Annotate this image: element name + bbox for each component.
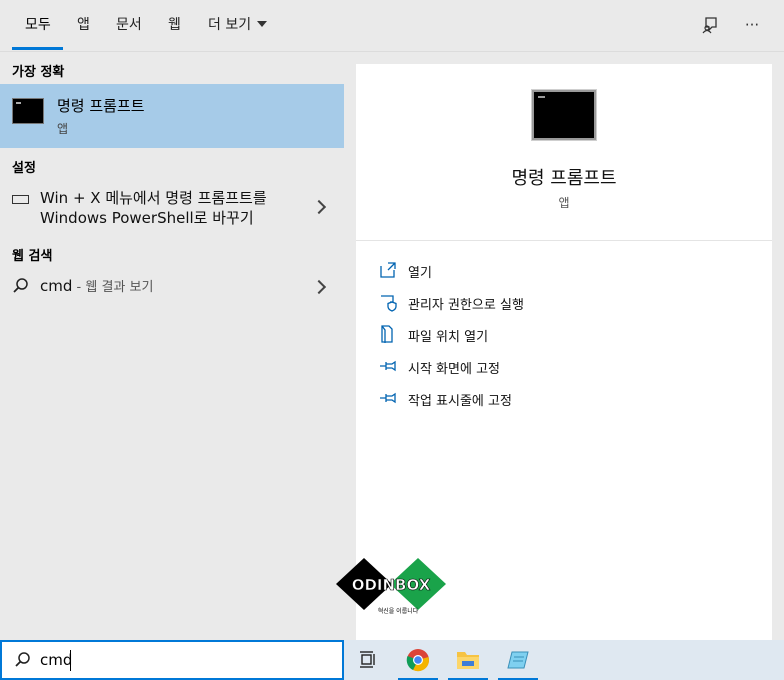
pin-icon	[380, 392, 396, 404]
chevron-right-icon	[311, 199, 327, 215]
preview-divider	[356, 240, 772, 241]
action-pin-to-start[interactable]: 시작 화면에 고정	[378, 356, 758, 380]
settings-heading: 설정	[12, 161, 36, 176]
taskbar-notepad[interactable]	[498, 640, 538, 680]
web-search-heading: 웹 검색	[12, 249, 53, 264]
search-icon	[15, 652, 30, 667]
settings-item-line1: Win + X 메뉴에서 명령 프롬프트를	[40, 189, 267, 207]
web-search-suffix: - 웹 결과 보기	[72, 280, 154, 295]
web-search-text: cmd - 웹 결과 보기	[40, 276, 153, 298]
tab-all[interactable]: 모두	[25, 0, 51, 50]
chevron-right-icon	[311, 279, 327, 295]
odinbox-watermark: ODINBOX 혁신을 이룹니다	[334, 556, 448, 616]
command-prompt-icon	[12, 98, 44, 124]
feedback-icon[interactable]	[699, 14, 721, 36]
preview-panel: 명령 프롬프트 앱 열기 관리자 권한으로 실행 파일 위치 열기 시작 화면에…	[356, 64, 772, 640]
task-view-icon	[360, 651, 375, 668]
svg-text:혁신을 이룹니다: 혁신을 이룹니다	[378, 607, 419, 615]
action-run-as-admin[interactable]: 관리자 권한으로 실행	[378, 292, 758, 316]
action-open[interactable]: 열기	[378, 260, 758, 284]
top-tab-bar: 모두 앱 문서 웹 더 보기 ···	[0, 0, 784, 52]
search-box[interactable]: cmd	[0, 640, 344, 680]
best-match-subtitle: 앱	[57, 122, 69, 136]
web-search-query: cmd	[40, 277, 73, 295]
open-icon	[380, 262, 396, 278]
search-icon	[13, 278, 28, 293]
best-match-title: 명령 프롬프트	[57, 97, 145, 115]
taskbar	[344, 640, 784, 680]
tab-web[interactable]: 웹	[168, 0, 181, 50]
keyboard-icon	[12, 195, 29, 204]
web-search-item[interactable]: cmd - 웹 결과 보기	[0, 274, 344, 302]
action-open-file-location-label: 파일 위치 열기	[408, 330, 489, 345]
taskbar-chrome[interactable]	[398, 640, 438, 680]
chevron-down-icon	[257, 21, 268, 27]
command-prompt-large-icon	[532, 90, 596, 140]
action-open-label: 열기	[408, 266, 432, 281]
settings-item[interactable]: Win + X 메뉴에서 명령 프롬프트를 Windows PowerShell…	[0, 186, 344, 232]
tab-more-label: 더 보기	[208, 17, 252, 33]
file-explorer-icon	[457, 652, 479, 669]
action-open-file-location[interactable]: 파일 위치 열기	[378, 324, 758, 348]
preview-subtitle: 앱	[558, 196, 570, 210]
results-panel: 가장 정확 명령 프롬프트 앱 설정 Win + X 메뉴에서 명령 프롬프트를…	[0, 52, 344, 640]
action-pin-to-taskbar-label: 작업 표시줄에 고정	[408, 394, 512, 409]
search-input[interactable]: cmd	[40, 651, 72, 669]
task-view-button[interactable]	[348, 640, 388, 680]
active-tab-indicator	[12, 47, 63, 50]
preview-title: 명령 프롬프트	[511, 168, 617, 189]
chrome-icon	[406, 649, 429, 672]
action-pin-to-start-label: 시작 화면에 고정	[408, 362, 500, 377]
text-caret	[70, 650, 71, 671]
action-pin-to-taskbar[interactable]: 작업 표시줄에 고정	[378, 388, 758, 412]
notepad-icon	[507, 651, 529, 669]
pin-icon	[380, 360, 396, 372]
settings-item-line2: Windows PowerShell로 바꾸기	[40, 209, 254, 227]
tab-apps[interactable]: 앱	[77, 0, 90, 50]
svg-text:ODINBOX: ODINBOX	[352, 576, 431, 594]
admin-shield-icon	[381, 295, 397, 312]
best-match-heading: 가장 정확	[12, 65, 65, 80]
best-match-item[interactable]: 명령 프롬프트 앱	[0, 84, 344, 148]
taskbar-file-explorer[interactable]	[448, 640, 488, 680]
action-run-as-admin-label: 관리자 권한으로 실행	[408, 298, 524, 313]
file-location-icon	[381, 325, 393, 343]
tab-documents[interactable]: 문서	[116, 0, 142, 50]
more-options-icon[interactable]: ···	[741, 14, 763, 36]
tab-more[interactable]: 더 보기	[208, 0, 268, 50]
